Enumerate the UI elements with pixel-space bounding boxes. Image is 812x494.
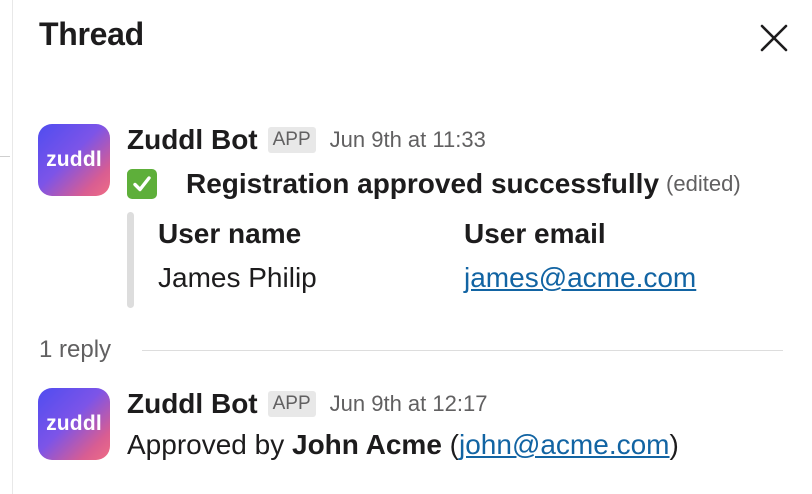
app-badge: APP xyxy=(267,127,316,153)
sender-avatar[interactable]: zuddl xyxy=(38,124,110,196)
close-icon xyxy=(760,24,788,52)
reply-text: Approved by John Acme (john@acme.com) xyxy=(127,429,679,461)
message-timestamp[interactable]: Jun 9th at 11:33 xyxy=(330,127,486,153)
reply-sender-name[interactable]: Zuddl Bot xyxy=(127,388,258,420)
reply-text-prefix: Approved by xyxy=(127,429,292,460)
check-mark-icon xyxy=(127,169,157,199)
reply-sender-avatar[interactable]: zuddl xyxy=(38,388,110,460)
left-pane-edge xyxy=(0,0,13,494)
reply-count: 1 reply xyxy=(39,336,112,363)
field-label-user-name: User name xyxy=(158,218,302,249)
paren-open: ( xyxy=(441,429,459,460)
reply-app-badge: APP xyxy=(267,391,316,417)
sender-name[interactable]: Zuddl Bot xyxy=(127,124,258,156)
reply-timestamp[interactable]: Jun 9th at 12:17 xyxy=(330,391,488,417)
avatar-logo-text: zuddl xyxy=(46,148,102,171)
thread-title: Thread xyxy=(39,16,144,52)
close-thread-button[interactable] xyxy=(756,20,792,56)
field-value-user-name: James Philip xyxy=(158,262,317,293)
status-line: Registration approved successfully (edit… xyxy=(127,168,741,200)
edited-label: (edited) xyxy=(666,171,741,196)
left-pane-divider xyxy=(0,156,10,157)
reply-divider xyxy=(142,350,783,351)
paren-close: ) xyxy=(669,429,679,460)
attachment-accent-bar xyxy=(127,212,134,308)
message-header: Zuddl Bot APP Jun 9th at 11:33 xyxy=(127,124,486,156)
status-text: Registration approved successfully xyxy=(186,168,660,199)
field-label-user-email: User email xyxy=(464,218,606,249)
approver-email-link[interactable]: john@acme.com xyxy=(459,429,670,460)
approver-name: John Acme xyxy=(292,429,442,460)
reply-message-header: Zuddl Bot APP Jun 9th at 12:17 xyxy=(127,388,487,420)
user-email-link[interactable]: james@acme.com xyxy=(464,262,696,294)
avatar-logo-text: zuddl xyxy=(46,412,102,435)
